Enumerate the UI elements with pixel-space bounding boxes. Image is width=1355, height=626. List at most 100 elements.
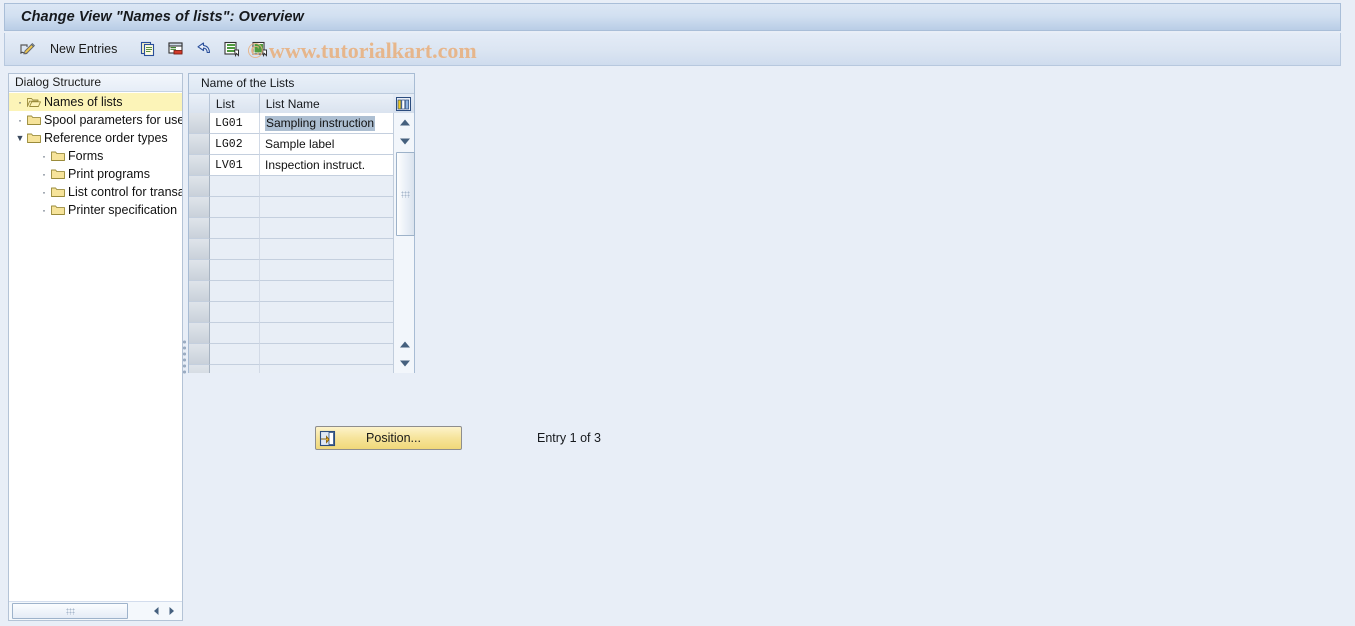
cell-list[interactable]: [210, 197, 260, 218]
cell-list[interactable]: [210, 218, 260, 239]
cell-list[interactable]: [210, 239, 260, 260]
sidebar-scroll-thumb[interactable]: [12, 603, 128, 619]
deselect-all-button[interactable]: [248, 37, 272, 61]
select-all-rows-header[interactable]: [189, 94, 210, 113]
folder-icon: [51, 204, 65, 216]
sidebar-horizontal-scrollbar[interactable]: [9, 601, 182, 620]
splitter-grip-icon: [182, 339, 186, 375]
cell-list-name[interactable]: Inspection instruct.: [260, 155, 394, 176]
folder-icon: [51, 186, 65, 198]
row-select-button[interactable]: [189, 218, 210, 239]
list-names-grid: List List Name LG01 Sampling instruction L…: [189, 94, 415, 373]
row-select-button[interactable]: [189, 323, 210, 344]
folder-icon: [27, 132, 41, 144]
table-vertical-scrollbar[interactable]: [393, 113, 415, 373]
display-change-button[interactable]: [15, 37, 39, 61]
row-select-button[interactable]: [189, 365, 210, 373]
cell-list-name[interactable]: [260, 302, 394, 323]
cell-list[interactable]: [210, 344, 260, 365]
bullet-icon: ·: [42, 167, 46, 181]
row-select-button[interactable]: [189, 197, 210, 218]
dialog-structure-tree: · Names of lists · Spool parameters for use…: [9, 92, 182, 219]
row-select-button[interactable]: [189, 155, 210, 176]
cell-list[interactable]: LG02: [210, 134, 260, 155]
sidebar-item-label: Reference order types: [44, 131, 168, 145]
table-row[interactable]: [189, 281, 414, 302]
row-select-button[interactable]: [189, 302, 210, 323]
sidebar-item-list-control-for-transa[interactable]: · List control for transa: [9, 183, 182, 201]
cell-list-name[interactable]: [260, 239, 394, 260]
table-row[interactable]: LG01 Sampling instruction: [189, 113, 414, 134]
undo-button[interactable]: [192, 37, 216, 61]
row-select-button[interactable]: [189, 344, 210, 365]
cell-list-name[interactable]: [260, 176, 394, 197]
sidebar-item-forms[interactable]: · Forms: [9, 147, 182, 165]
column-header-list-name[interactable]: List Name: [260, 94, 393, 113]
table-scroll-thumb[interactable]: [396, 152, 415, 236]
table-row[interactable]: LG02 Sample label: [189, 134, 414, 155]
select-all-icon: [223, 40, 241, 58]
table-row[interactable]: [189, 344, 414, 365]
cell-list[interactable]: LG01: [210, 113, 260, 134]
sidebar-item-spool-parameters-for-use[interactable]: · Spool parameters for use: [9, 111, 182, 129]
sidebar-item-printer-specification[interactable]: · Printer specification: [9, 201, 182, 219]
table-row[interactable]: LV01 Inspection instruct.: [189, 155, 414, 176]
page-title: Change View "Names of lists": Overview: [21, 9, 304, 25]
table-row[interactable]: [189, 239, 414, 260]
cell-list-name[interactable]: [260, 281, 394, 302]
scroll-up-button[interactable]: [394, 113, 415, 132]
column-header-list[interactable]: List: [210, 94, 260, 113]
sidebar-scroll-right-button[interactable]: [164, 604, 178, 619]
row-select-button[interactable]: [189, 239, 210, 260]
row-select-button[interactable]: [189, 260, 210, 281]
row-select-button[interactable]: [189, 134, 210, 155]
cell-list[interactable]: [210, 176, 260, 197]
scroll-page-up-button[interactable]: [394, 335, 415, 354]
cell-list-name[interactable]: [260, 365, 394, 373]
position-button[interactable]: Position...: [315, 426, 462, 450]
table-settings-icon[interactable]: [393, 94, 414, 113]
table-row[interactable]: [189, 176, 414, 197]
delete-entry-icon: [167, 40, 185, 58]
cell-list-name[interactable]: [260, 218, 394, 239]
cell-list-name[interactable]: Sample label: [260, 134, 394, 155]
delete-entry-button[interactable]: [164, 37, 188, 61]
cell-list-name[interactable]: [260, 260, 394, 281]
table-row[interactable]: [189, 302, 414, 323]
row-select-button[interactable]: [189, 176, 210, 197]
folder-icon: [51, 150, 65, 162]
table-row[interactable]: [189, 365, 414, 373]
cell-list[interactable]: [210, 302, 260, 323]
table-row[interactable]: [189, 218, 414, 239]
cell-list[interactable]: [210, 365, 260, 373]
row-select-button[interactable]: [189, 281, 210, 302]
panel-splitter-handle[interactable]: [180, 330, 188, 384]
cell-list-name[interactable]: Sampling instruction: [260, 113, 394, 134]
cell-list-name[interactable]: [260, 323, 394, 344]
bullet-icon: ·: [42, 203, 46, 217]
cell-list[interactable]: [210, 260, 260, 281]
cell-list-name[interactable]: [260, 197, 394, 218]
select-all-button[interactable]: [220, 37, 244, 61]
new-entries-button[interactable]: New Entries: [43, 37, 126, 61]
sidebar-item-names-of-lists[interactable]: · Names of lists: [9, 93, 182, 111]
table-row[interactable]: [189, 323, 414, 344]
table-row[interactable]: [189, 260, 414, 281]
cell-list[interactable]: [210, 281, 260, 302]
scroll-down-button[interactable]: [394, 354, 415, 373]
cell-list[interactable]: [210, 323, 260, 344]
sidebar-scroll-left-button[interactable]: [149, 604, 163, 619]
cell-list[interactable]: LV01: [210, 155, 260, 176]
copy-entry-button[interactable]: [136, 37, 160, 61]
sidebar-item-print-programs[interactable]: · Print programs: [9, 165, 182, 183]
bullet-icon: ·: [18, 95, 22, 109]
sidebar-item-label: List control for transa: [68, 185, 182, 199]
chevron-down-icon[interactable]: ▼: [13, 133, 27, 143]
sidebar-item-reference-order-types[interactable]: ▼ Reference order types: [9, 129, 182, 147]
scroll-page-down-button[interactable]: [394, 132, 415, 151]
table-row[interactable]: [189, 197, 414, 218]
table-scroll-bottom-buttons: [394, 335, 415, 373]
undo-icon: [195, 40, 213, 58]
cell-list-name[interactable]: [260, 344, 394, 365]
row-select-button[interactable]: [189, 113, 210, 134]
